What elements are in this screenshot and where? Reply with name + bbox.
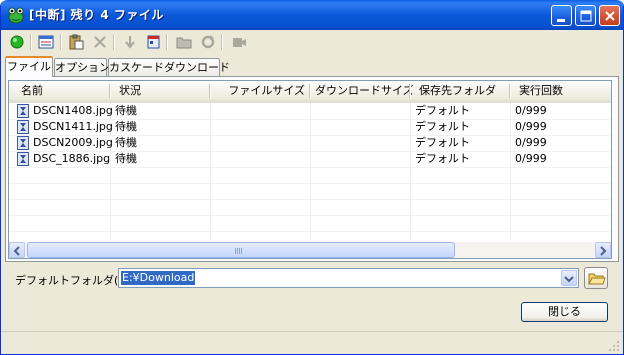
status-bar <box>1 331 623 354</box>
open-folder-icon <box>588 273 606 285</box>
cell-status: 待機 <box>115 104 137 117</box>
refresh-icon <box>201 35 215 49</box>
cell-name: DSCN1411.jpg <box>33 120 113 133</box>
default-folder-label: デフォルトフォルダ(D): <box>15 274 135 287</box>
column-header-download-size[interactable]: ダウンロードサイズ <box>311 81 414 100</box>
jpg-file-icon <box>17 120 29 134</box>
download-window: [中断] 残り 4 ファイル ファイル オプション カスケードダウンロード 名前… <box>0 0 624 355</box>
cell-run-count: 0/999 <box>515 136 547 149</box>
start-button[interactable] <box>7 32 27 52</box>
column-divider[interactable] <box>409 84 411 98</box>
tab-options[interactable]: オプション <box>54 58 110 76</box>
toolbar-separator <box>60 34 62 50</box>
chevron-down-icon <box>564 276 574 283</box>
scroll-left-button[interactable] <box>9 242 25 258</box>
paste-icon <box>69 34 84 50</box>
resize-grip-icon[interactable] <box>608 340 620 352</box>
horizontal-scrollbar[interactable] <box>9 242 611 258</box>
list-view-icon <box>38 35 54 49</box>
cell-status: 待機 <box>115 136 137 149</box>
frog-app-icon <box>8 7 24 24</box>
jpg-file-icon <box>17 104 29 118</box>
column-divider[interactable] <box>109 84 111 98</box>
start-green-icon <box>10 35 24 49</box>
jpg-file-icon <box>17 136 29 150</box>
chevron-left-icon <box>13 246 20 256</box>
grid-line <box>9 167 611 168</box>
grid-line <box>210 103 211 239</box>
list-header: 名前 状況 ファイルサイズ ダウンロードサイズ 保存先フォルダ 実行回数 <box>9 81 611 103</box>
title-bar[interactable]: [中断] 残り 4 ファイル <box>1 0 623 30</box>
cell-status: 待機 <box>115 120 137 133</box>
grid-line <box>310 103 311 239</box>
browse-folder-button[interactable] <box>584 267 608 289</box>
cell-name: DSCN1408.jpg <box>33 104 113 117</box>
folder-icon <box>176 37 192 49</box>
move-down-icon <box>125 36 135 49</box>
maximize-button[interactable] <box>575 5 596 26</box>
cell-run-count: 0/999 <box>515 152 547 165</box>
open-folder-button[interactable] <box>174 32 194 52</box>
jpg-file-icon <box>17 152 29 166</box>
chevron-right-icon <box>600 246 607 256</box>
scrollbar-thumb[interactable] <box>27 242 455 258</box>
column-header-folder[interactable]: 保存先フォルダ <box>415 81 509 100</box>
delete-button[interactable] <box>90 32 110 52</box>
column-header-filesize[interactable]: ファイルサイズ <box>211 81 309 100</box>
schedule-icon <box>147 35 160 49</box>
list-view-button[interactable] <box>36 32 56 52</box>
maximize-icon <box>580 10 592 22</box>
schedule-button[interactable] <box>143 32 163 52</box>
close-icon <box>605 11 615 21</box>
close-button[interactable]: 閉じる <box>521 302 608 322</box>
cell-name: DSCN2009.jpg <box>33 136 113 149</box>
default-folder-combobox[interactable]: E:¥Download <box>118 268 579 288</box>
cell-status: 待機 <box>115 152 137 165</box>
paste-button[interactable] <box>66 32 86 52</box>
column-header-status[interactable]: 状況 <box>115 81 209 100</box>
toolbar <box>3 30 621 54</box>
close-window-button[interactable] <box>599 5 620 26</box>
cell-run-count: 0/999 <box>515 120 547 133</box>
refresh-button[interactable] <box>198 32 218 52</box>
default-folder-value[interactable]: E:¥Download <box>121 271 196 285</box>
grid-line <box>410 103 411 239</box>
toolbar-separator <box>166 34 168 50</box>
column-divider[interactable] <box>509 84 511 98</box>
delete-x-icon <box>94 36 106 48</box>
cell-folder: デフォルト <box>415 104 470 117</box>
record-button[interactable] <box>229 32 249 52</box>
move-down-button[interactable] <box>120 32 140 52</box>
minimize-button[interactable] <box>551 5 572 26</box>
toolbar-separator <box>30 34 32 50</box>
scroll-right-button[interactable] <box>595 242 611 258</box>
cell-folder: デフォルト <box>415 120 470 133</box>
combobox-dropdown-button[interactable] <box>561 270 577 286</box>
scrollbar-grip <box>235 248 243 254</box>
record-icon <box>233 38 246 47</box>
column-header-name[interactable]: 名前 <box>17 81 109 100</box>
tab-cascade-download[interactable]: カスケードダウンロード <box>108 58 230 76</box>
minimize-icon <box>557 19 565 22</box>
grid-line <box>9 183 611 184</box>
tab-files[interactable]: ファイル <box>5 56 53 77</box>
grid-line <box>9 199 611 200</box>
window-title: [中断] 残り 4 ファイル <box>29 8 164 22</box>
cell-folder: デフォルト <box>415 152 470 165</box>
grid-line <box>510 103 511 239</box>
cell-run-count: 0/999 <box>515 104 547 117</box>
toolbar-separator <box>113 34 115 50</box>
grid-line <box>9 215 611 216</box>
file-list[interactable]: 名前 状況 ファイルサイズ ダウンロードサイズ 保存先フォルダ 実行回数 DSC… <box>8 80 612 259</box>
toolbar-separator <box>221 34 223 50</box>
column-header-run-count[interactable]: 実行回数 <box>515 81 609 100</box>
grid-line <box>9 231 611 232</box>
cell-name: DSC_1886.jpg <box>33 152 111 165</box>
cell-folder: デフォルト <box>415 136 470 149</box>
